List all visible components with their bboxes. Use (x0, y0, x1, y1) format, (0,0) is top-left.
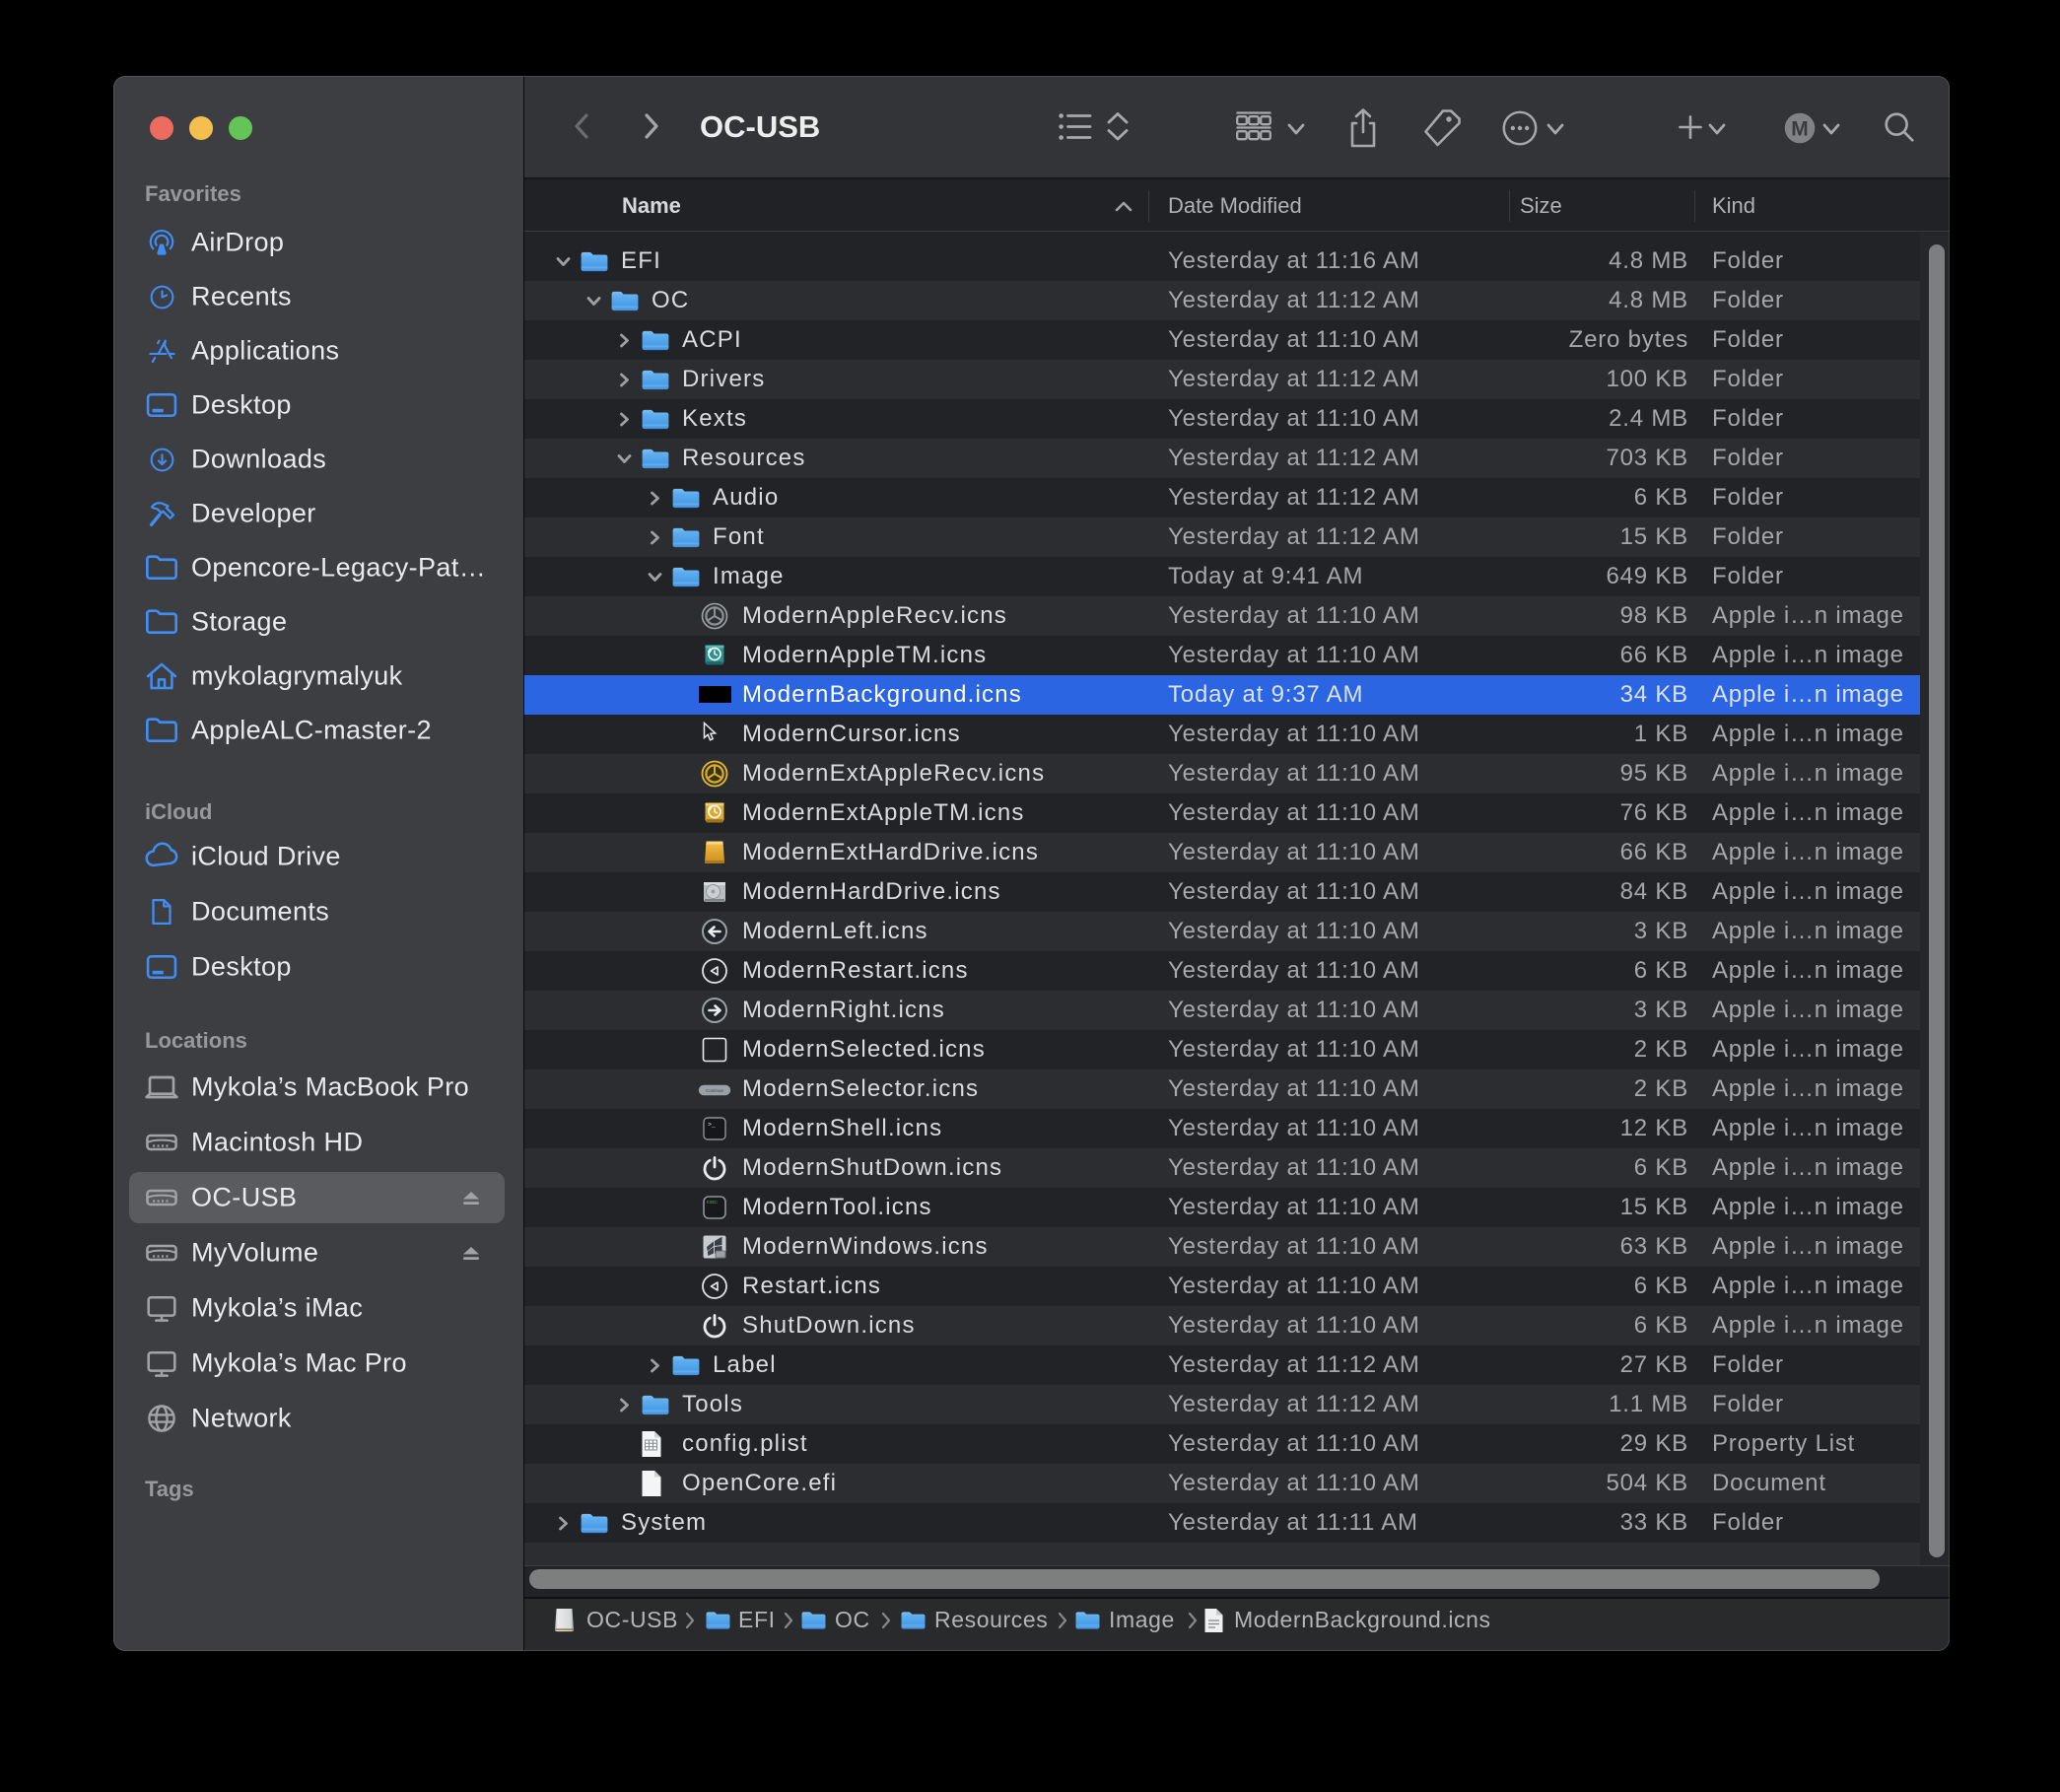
svg-text:>_: >_ (708, 1122, 716, 1129)
svg-text:EXEC: EXEC (707, 1200, 718, 1206)
svg-text:M: M (1791, 118, 1808, 141)
svg-text:Continue: Continue (706, 1088, 724, 1093)
